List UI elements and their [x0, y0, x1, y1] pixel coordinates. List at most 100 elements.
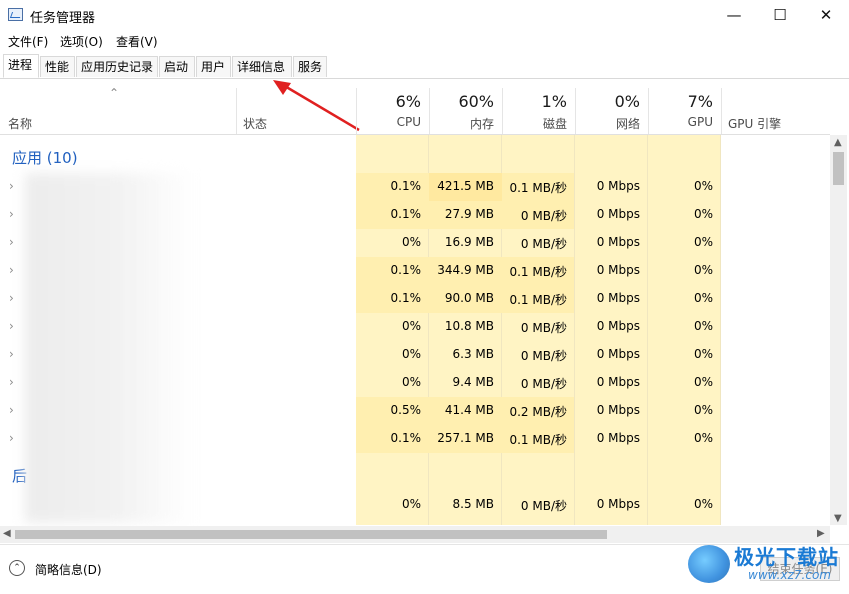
cell-net: 0 Mbps	[596, 347, 640, 361]
menu-view[interactable]: 查看(V)	[116, 33, 158, 50]
cell-cpu: 0%	[401, 319, 421, 333]
group-apps[interactable]: 应用 (10)	[12, 147, 78, 168]
cell-gpu: 0%	[693, 431, 713, 445]
expand-chevron-icon[interactable]: ›	[9, 375, 14, 389]
cell-net: 0 Mbps	[596, 207, 640, 221]
maximize-button[interactable]: ☐	[757, 0, 803, 30]
menu-file[interactable]: 文件(F)	[8, 33, 48, 50]
header-memory[interactable]: 60% 内存	[429, 88, 502, 134]
cell-cpu: 0%	[401, 235, 421, 249]
memory-total: 60%	[458, 92, 494, 111]
cell-mem: 6.3 MB	[452, 347, 494, 361]
cell-mem: 257.1 MB	[437, 431, 494, 445]
cell-disk: 0.1 MB/秒	[509, 181, 567, 195]
cell-disk: 0.1 MB/秒	[509, 265, 567, 279]
task-manager-icon	[8, 8, 23, 21]
cell-mem: 27.9 MB	[444, 207, 494, 221]
scroll-left-icon[interactable]: ◀	[3, 528, 11, 539]
cell-disk: 0 MB/秒	[520, 237, 567, 251]
cell-cpu: 0.5%	[390, 403, 422, 417]
tab-details[interactable]: 详细信息	[232, 56, 292, 77]
expand-chevron-icon[interactable]: ›	[9, 403, 14, 417]
brief-info-button[interactable]: 简略信息(D)	[35, 561, 102, 578]
header-name[interactable]: ⌃ 名称	[0, 86, 236, 134]
cell-mem: 10.8 MB	[444, 319, 494, 333]
tab-performance[interactable]: 性能	[40, 56, 75, 77]
cell-net: 0 Mbps	[596, 291, 640, 305]
tab-processes[interactable]: 进程	[3, 54, 39, 78]
cell-disk: 0 MB/秒	[520, 499, 567, 513]
expand-chevron-icon[interactable]: ›	[9, 319, 14, 333]
header-status[interactable]: 状态	[236, 88, 356, 134]
expand-chevron-icon[interactable]: ›	[9, 291, 14, 305]
cell-cpu: 0%	[401, 347, 421, 361]
collapse-icon[interactable]: ⌃	[9, 560, 25, 576]
cell-gpu: 0%	[693, 179, 713, 193]
horizontal-scroll-thumb[interactable]	[15, 530, 607, 539]
tab-bar: 进程 性能 应用历史记录 启动 用户 详细信息 服务	[0, 52, 849, 79]
network-total: 0%	[614, 92, 640, 111]
cell-gpu: 0%	[693, 497, 713, 511]
cell-gpu: 0%	[693, 403, 713, 417]
column-header: ⌃ 名称 状态 6% CPU 60% 内存 1% 磁盘 0% 网络 7% GPU…	[0, 86, 830, 135]
menu-bar: 文件(F) 选项(O) 查看(V)	[0, 30, 849, 52]
cell-net: 0 Mbps	[596, 403, 640, 417]
watermark-url: www.xz7.com	[748, 568, 831, 582]
vertical-scrollbar[interactable]	[830, 135, 847, 525]
expand-chevron-icon[interactable]: ›	[9, 235, 14, 249]
cell-disk: 0 MB/秒	[520, 377, 567, 391]
tab-app-history[interactable]: 应用历史记录	[76, 56, 158, 77]
tab-services[interactable]: 服务	[293, 56, 327, 77]
cell-net: 0 Mbps	[596, 431, 640, 445]
cell-net: 0 Mbps	[596, 375, 640, 389]
tab-startup[interactable]: 启动	[159, 56, 195, 77]
vertical-scroll-thumb[interactable]	[833, 152, 844, 185]
gpu-total: 7%	[687, 92, 713, 111]
expand-chevron-icon[interactable]: ›	[9, 207, 14, 221]
sort-up-icon: ⌃	[109, 86, 120, 100]
header-disk[interactable]: 1% 磁盘	[502, 88, 575, 134]
cell-net: 0 Mbps	[596, 497, 640, 511]
cell-gpu: 0%	[693, 263, 713, 277]
cell-disk: 0 MB/秒	[520, 321, 567, 335]
cell-disk: 0 MB/秒	[520, 209, 567, 223]
expand-chevron-icon[interactable]: ›	[9, 263, 14, 277]
scroll-down-icon[interactable]: ▼	[834, 513, 842, 524]
cell-mem: 8.5 MB	[452, 497, 494, 511]
cell-mem: 90.0 MB	[444, 291, 494, 305]
tab-users[interactable]: 用户	[196, 56, 231, 77]
cell-disk: 0 MB/秒	[520, 349, 567, 363]
blurred-app-names	[25, 173, 195, 523]
header-cpu[interactable]: 6% CPU	[356, 88, 429, 134]
window-title: 任务管理器	[30, 11, 96, 26]
header-network[interactable]: 0% 网络	[575, 88, 648, 134]
scroll-up-icon[interactable]: ▲	[834, 137, 842, 148]
cell-disk: 0.1 MB/秒	[509, 293, 567, 307]
cell-gpu: 0%	[693, 291, 713, 305]
close-button[interactable]: ✕	[803, 0, 849, 30]
title-bar: 任务管理器 — ☐ ✕	[0, 0, 849, 30]
cell-net: 0 Mbps	[596, 319, 640, 333]
expand-chevron-icon[interactable]: ›	[9, 431, 14, 445]
cell-cpu: 0.1%	[390, 179, 422, 193]
cell-gpu: 0%	[693, 375, 713, 389]
cell-disk: 0.2 MB/秒	[509, 405, 567, 419]
cell-cpu: 0.1%	[390, 263, 422, 277]
header-gpu[interactable]: 7% GPU	[648, 88, 721, 134]
expand-chevron-icon[interactable]: ›	[9, 179, 14, 193]
expand-chevron-icon[interactable]: ›	[9, 347, 14, 361]
cell-gpu: 0%	[693, 347, 713, 361]
menu-options[interactable]: 选项(O)	[60, 33, 103, 50]
watermark-brand: 极光下载站	[734, 545, 839, 569]
cell-cpu: 0.1%	[390, 431, 422, 445]
cell-gpu: 0%	[693, 235, 713, 249]
cell-mem: 41.4 MB	[444, 403, 494, 417]
cpu-total: 6%	[395, 92, 421, 111]
cell-net: 0 Mbps	[596, 263, 640, 277]
cell-cpu: 0.1%	[390, 291, 422, 305]
scroll-right-icon[interactable]: ▶	[817, 528, 825, 539]
cell-cpu: 0%	[401, 497, 421, 511]
minimize-button[interactable]: —	[711, 0, 757, 30]
cell-mem: 344.9 MB	[437, 263, 494, 277]
header-gpu-engine[interactable]: GPU 引擎	[721, 88, 830, 134]
